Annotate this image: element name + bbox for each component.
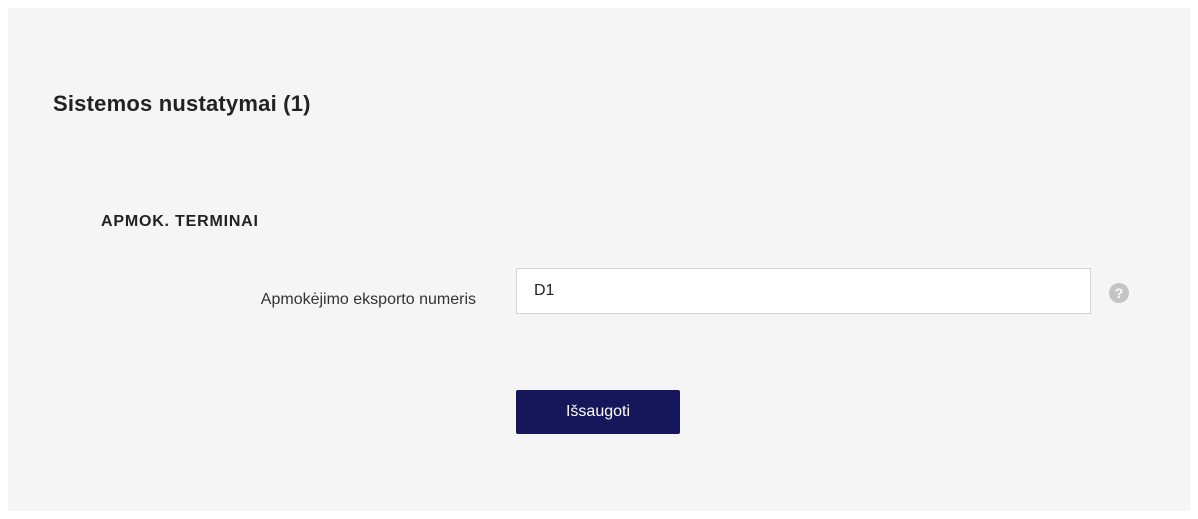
settings-panel: Sistemos nustatymai (1) APMOK. TERMINAI …: [8, 8, 1190, 511]
export-number-label: Apmokėjimo eksporto numeris: [260, 291, 476, 308]
help-icon[interactable]: ?: [1109, 283, 1129, 303]
section-title: APMOK. TERMINAI: [101, 213, 259, 230]
save-button[interactable]: Išsaugoti: [516, 390, 680, 434]
export-number-input[interactable]: [516, 268, 1091, 314]
page-title: Sistemos nustatymai (1): [53, 91, 311, 116]
